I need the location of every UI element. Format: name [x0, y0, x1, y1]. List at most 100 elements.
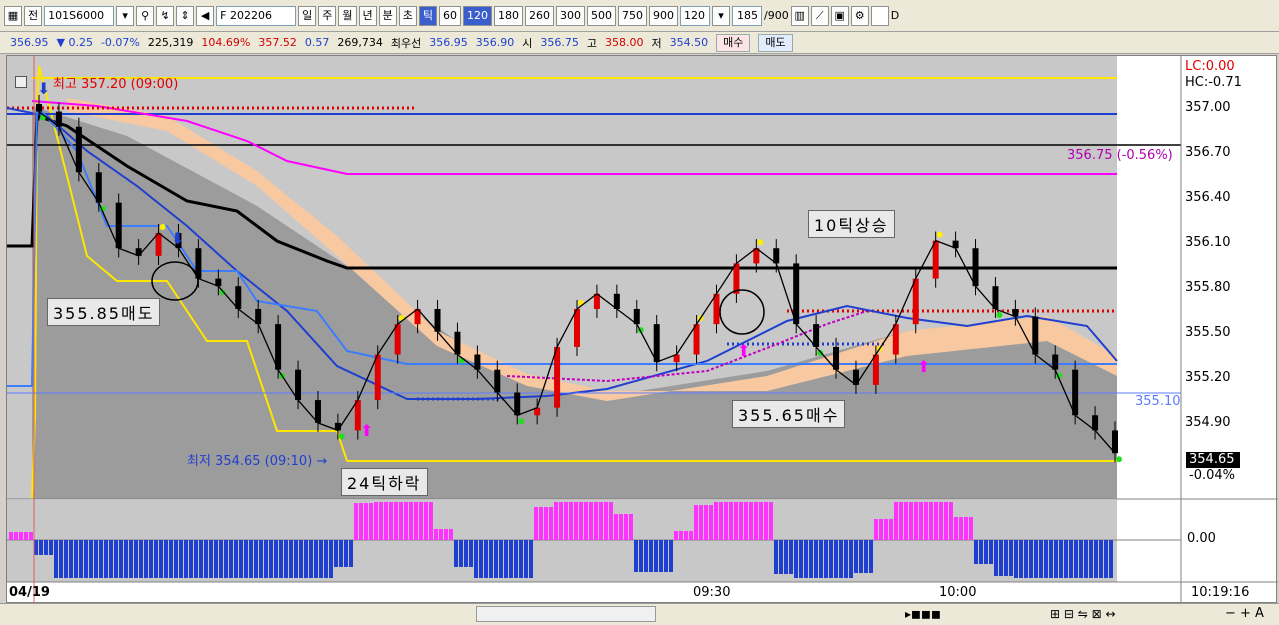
gear-icon[interactable]: ⚙: [850, 5, 869, 26]
osc-bar-positive: [699, 505, 703, 540]
tick-180[interactable]: 180: [494, 5, 523, 26]
osc-bar-negative: [1094, 540, 1098, 578]
period-year[interactable]: 년: [358, 5, 377, 26]
osc-bar-negative: [114, 540, 118, 578]
osc-bar-negative: [249, 540, 253, 578]
osc-bar-positive: [954, 517, 958, 540]
osc-bar-negative: [79, 540, 83, 578]
dropdown-icon[interactable]: ▾: [712, 5, 730, 26]
scroll-controls[interactable]: ▸◼◼◼: [905, 607, 941, 621]
scrollbar-thumb[interactable]: [476, 606, 656, 622]
osc-bar-negative: [1089, 540, 1093, 578]
candle-down: [115, 202, 122, 249]
chart-panel[interactable]: ⬇ ⬇ ⬆ ⬆ ⬆ 355.85매도 355.65매수 10틱상승 24틱하락 …: [6, 55, 1278, 604]
lc-label: LC:0.00: [1185, 59, 1235, 74]
osc-bar-negative: [1109, 540, 1113, 578]
osc-bar-negative: [54, 540, 58, 578]
osc-bar-negative: [344, 540, 348, 567]
candle-down: [235, 286, 242, 309]
osc-bar-positive: [709, 505, 713, 540]
dropdown-icon[interactable]: ▾: [116, 5, 135, 26]
candle-up: [155, 233, 162, 256]
count-input[interactable]: 185: [732, 5, 762, 26]
period-day[interactable]: 일: [298, 5, 317, 26]
save-icon[interactable]: ▣: [830, 5, 849, 26]
osc-bar-positive: [559, 502, 563, 540]
candle-down: [1032, 316, 1039, 355]
osc-bar-positive: [9, 532, 13, 540]
osc-bar-negative: [1069, 540, 1073, 578]
code-input[interactable]: 101S6000: [44, 5, 115, 26]
buy-button[interactable]: 매수: [716, 33, 751, 52]
osc-bar-negative: [649, 540, 653, 572]
osc-bar-positive: [614, 514, 618, 540]
osc-bar-negative: [984, 540, 988, 564]
magenta-level-label: 356.75 (-0.56%): [1067, 148, 1173, 163]
period-tick[interactable]: 틱: [418, 5, 437, 26]
candle-up: [733, 263, 740, 294]
osc-bar-negative: [289, 540, 293, 578]
osc-bar-negative: [134, 540, 138, 578]
tick-500[interactable]: 500: [587, 5, 616, 26]
grid-icon[interactable]: [15, 76, 27, 88]
contract-input[interactable]: F 202206: [216, 5, 297, 26]
osc-bar-negative: [789, 540, 793, 574]
period-month[interactable]: 월: [338, 5, 357, 26]
tick-select[interactable]: 120: [680, 5, 710, 26]
volume-icon[interactable]: ◀: [196, 5, 215, 26]
candle-down: [653, 324, 660, 363]
tick-120[interactable]: 120: [463, 5, 492, 26]
low-marker: 최저 354.65 (09:10) →: [187, 454, 328, 469]
chart-type-icon[interactable]: ▦: [4, 5, 22, 26]
osc-bar-positive: [394, 502, 398, 540]
y-tick: 357.00: [1185, 100, 1231, 115]
period-week[interactable]: 주: [318, 5, 337, 26]
candle-down: [494, 369, 501, 393]
osc-bar-positive: [739, 502, 743, 540]
sell-button[interactable]: 매도: [758, 33, 793, 52]
price-change: ▼ 0.25: [56, 36, 93, 49]
candle-down: [75, 126, 82, 173]
chart-canvas[interactable]: ⬇ ⬇ ⬆ ⬆ ⬆: [7, 56, 1278, 604]
osc-bar-negative: [1099, 540, 1103, 578]
candle-icon[interactable]: ▥: [790, 5, 809, 26]
scroll-icon[interactable]: ⇕: [176, 5, 195, 26]
tick-260[interactable]: 260: [525, 5, 554, 26]
period-second[interactable]: 초: [398, 5, 417, 26]
osc-bar-positive: [754, 502, 758, 540]
disabled-icon[interactable]: ↯: [156, 5, 175, 26]
osc-bar-negative: [1074, 540, 1078, 578]
osc-bar-negative: [484, 540, 488, 578]
signal-dot: [996, 311, 1003, 318]
zoom-icons[interactable]: ⊞ ⊟ ⇋ ⊠ ↔: [1050, 607, 1116, 621]
osc-bar-positive: [939, 502, 943, 540]
y-tick: 356.40: [1185, 190, 1231, 205]
osc-bar-negative: [49, 540, 53, 555]
osc-bar-positive: [444, 529, 448, 540]
tick-900[interactable]: 900: [649, 5, 678, 26]
osc-bar-negative: [834, 540, 838, 578]
zoom-buttons[interactable]: − + A: [1225, 606, 1264, 621]
tick-750[interactable]: 750: [618, 5, 647, 26]
osc-bar-positive: [729, 502, 733, 540]
osc-bar-negative: [1034, 540, 1038, 578]
osc-bar-negative: [474, 540, 478, 578]
tick-60[interactable]: 60: [439, 5, 461, 26]
open-label: 시: [522, 36, 533, 50]
d-checkbox[interactable]: [870, 5, 889, 26]
mode-button[interactable]: 전: [24, 5, 43, 26]
osc-bar-negative: [859, 540, 863, 573]
osc-bar-positive: [689, 531, 693, 540]
osc-bar-negative: [794, 540, 798, 578]
tick-300[interactable]: 300: [556, 5, 585, 26]
candle-down: [992, 286, 999, 309]
osc-bar-positive: [404, 502, 408, 540]
period-minute[interactable]: 분: [378, 5, 397, 26]
osc-bar-negative: [994, 540, 998, 576]
line-icon[interactable]: ⟋: [810, 5, 829, 26]
signal-dot: [159, 224, 166, 231]
osc-bar-positive: [969, 517, 973, 540]
search-icon[interactable]: ⚲: [136, 5, 155, 26]
osc-bar-positive: [569, 502, 573, 540]
signal-dot: [1116, 456, 1122, 463]
